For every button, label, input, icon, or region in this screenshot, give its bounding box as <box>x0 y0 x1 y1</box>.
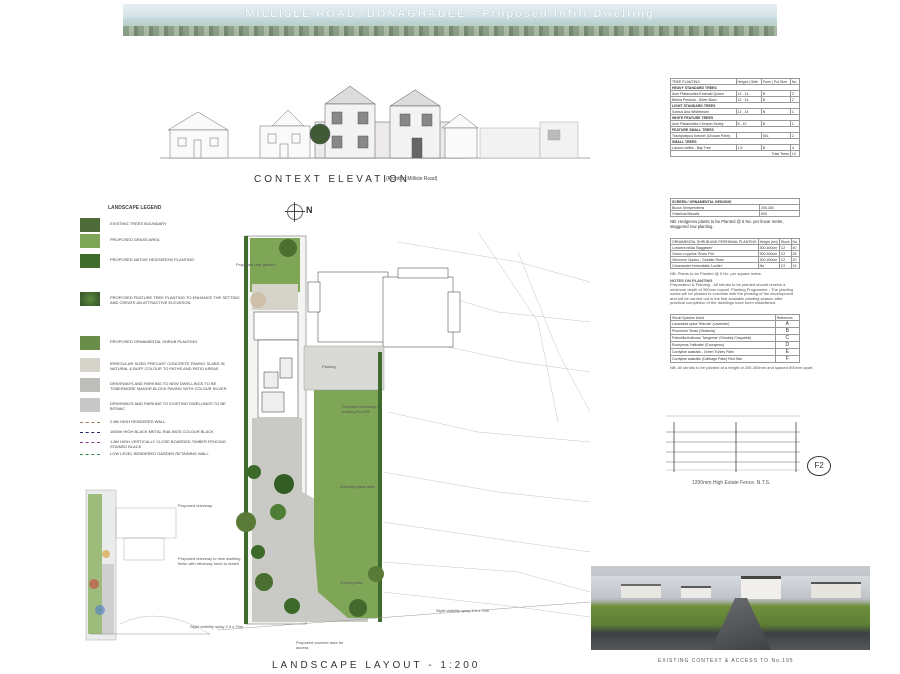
neighbouring-buildings <box>307 267 461 348</box>
elevation-house-right <box>441 113 479 159</box>
legend-swatch <box>80 218 100 232</box>
legend-line <box>80 422 100 424</box>
legend-swatch <box>80 336 100 350</box>
elevation-house-left <box>167 111 229 159</box>
title-banner: MILLISLE ROAD, DONAGHADEE - Proposed Inf… <box>123 4 777 36</box>
table-row: Griselinia littoralis 600 <box>670 210 801 217</box>
legend-line <box>80 432 100 434</box>
fence-tag-badge: F2 <box>807 456 831 476</box>
label-visibility-left: Sight visibility splay 2.4 x 70m <box>190 624 244 629</box>
banner-rocks <box>123 26 777 36</box>
label-amenity-grass: Amenity grass area <box>340 484 375 489</box>
hedging-note: NB: Hedgerow plants to be Planted @ 5 No… <box>670 219 784 229</box>
hedging-schedule: SCREEN / ORNAMENTAL HEDGING Buxus Semper… <box>670 198 801 229</box>
legend-item: DRIVEWAYS AND PARKING TO EXISTING DWELLI… <box>80 398 240 416</box>
banner-title: MILLISLE ROAD, DONAGHADEE - Proposed Inf… <box>245 8 655 20</box>
legend-item: 1800m HIGH BLACK METAL RAILINGS COLOUR B… <box>80 428 240 438</box>
legend-line <box>80 454 100 456</box>
parking-area <box>303 345 385 391</box>
label-access: Proposed driveway to new dwelling finish… <box>178 556 241 566</box>
legend-item: PROPOSED NATIVE HEDGEROW PLANTING <box>80 254 240 272</box>
shrub-reference-table: Shrub Species Used Reference Lavandula sp… <box>670 314 814 370</box>
label-visibility-right: Sight visibility splay 2.4 x 70m <box>436 608 490 613</box>
photo-house <box>681 586 711 598</box>
shrub-schedule: ORNAMENTAL SHRUB AND PERENNIAL PLANTING H… <box>670 238 801 306</box>
legend-item: PROPOSED FEATURE TREE PLANTING TO ENHANC… <box>80 292 240 310</box>
legend-item: LOW LEVEL RENDERED GARDEN RETAINING WALL <box>80 450 240 460</box>
existing-context-photo <box>591 566 870 650</box>
legend-swatch <box>80 254 100 268</box>
legend-item: 1.8M HIGH VERTICALLY CLOSE BOARDED TIMBE… <box>80 438 240 450</box>
legend-item: DRIVEWAYS AND PARKING TO NEW DWELLINGS T… <box>80 378 240 396</box>
legend-item: PROPOSED ORNAMENTAL SHRUB PLANTING <box>80 336 240 354</box>
photo-house <box>811 582 861 598</box>
table-row: Cotoneaster horizontalis 'Lucifer' Na C2 15 <box>670 262 801 269</box>
table-row: Euonymus 'Hellcake' (Euonymus) D <box>670 341 801 349</box>
photo-house <box>741 576 781 599</box>
existing-context-caption: EXISTING CONTEXT & ACCESS TO No.195 <box>658 658 794 664</box>
fence-caption: 1200mm High Estate Fence. N.T.S. <box>692 480 771 486</box>
table-row: Cordyline australis (Cabbage Palm) Red S… <box>670 355 801 363</box>
legend-item: IRREGULAR SIZED PRECAST CONCRETE PAVING … <box>80 358 240 376</box>
legend-line <box>80 442 100 444</box>
legend-swatch <box>80 358 100 372</box>
table-row: Cordyline australis - Green Turkey Palm E <box>670 348 801 356</box>
proposed-dwelling-plan <box>253 311 299 419</box>
landscape-layout-title: LANDSCAPE LAYOUT - 1:200 <box>272 660 481 671</box>
table-row: Potentilla fruticosa 'Tangerine' (Shrubb… <box>670 334 801 342</box>
label-covered: Proposed covered area for access <box>296 640 344 650</box>
legend-swatch <box>80 378 100 392</box>
north-arrow-icon <box>285 202 305 222</box>
shrub-reference-note: NB: All shrubs to be planted at a height… <box>670 365 814 370</box>
label-parking: Parking <box>322 364 336 369</box>
shrub-note: NB: Plants to be Planted @ 5 No. per squ… <box>670 271 763 276</box>
photo-road <box>711 598 771 650</box>
photo-house <box>621 584 661 598</box>
tree-schedule: TREE PLANTING Height | Girth Form | Pot … <box>670 78 801 157</box>
elevation-distant-buildings <box>479 121 579 159</box>
patio-circle <box>250 292 266 308</box>
context-elevation-drawing <box>160 85 590 159</box>
fence-detail-drawing <box>666 415 800 472</box>
legend-item: PROPOSED GRASS AREA <box>80 234 240 252</box>
table-row: Lavandula spica 'Hidcote' (Lavender) A <box>670 320 801 328</box>
north-label: N <box>306 205 313 215</box>
label-turning: Turning area <box>340 580 363 585</box>
landscape-layout-plan <box>218 231 590 631</box>
label-driveway-195: Proposed driveway to existing No.195 <box>342 404 381 414</box>
tree-total-row: Total Trees 14 <box>670 150 801 157</box>
elevation-house-middle <box>259 109 311 159</box>
legend-item: 2.8M HIGH RENDERED WALL <box>80 418 240 428</box>
legend-swatch <box>80 292 100 306</box>
legend-swatch <box>80 398 100 412</box>
table-row: Phormium Tenax (Stokesia) B <box>670 327 801 335</box>
planting-notes: Preparation & Planting - All shrubs to b… <box>670 282 794 305</box>
label-rear-garden: Proposed rear garden <box>236 262 275 267</box>
context-elevation-subtitle: (Fronting Millisle Road) <box>386 176 438 182</box>
legend-title: LANDSCAPE LEGEND <box>108 205 162 211</box>
label-proposed-driveway: Proposed driveway <box>178 503 213 508</box>
legend-swatch <box>80 234 100 248</box>
